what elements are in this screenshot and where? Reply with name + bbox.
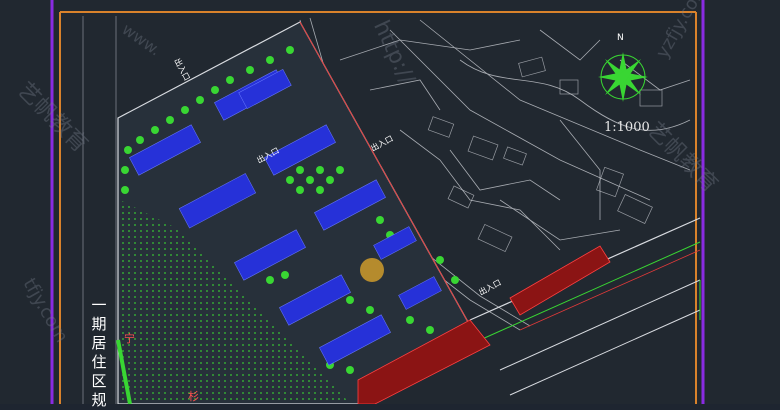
title-char: 一 (91, 296, 107, 314)
title-char: 区 (91, 372, 107, 390)
roundabout-plaza (360, 258, 384, 282)
cad-drawing-canvas: N 1:1000 一 期 居 住 区 规 出入口 出入口 出入口 出入口 宁 杉… (0, 0, 780, 409)
north-arrow-icon (598, 52, 648, 102)
drawing-title-vertical: 一 期 居 住 区 规 (88, 296, 110, 410)
title-char: 住 (91, 353, 107, 371)
scale-label: 1:1000 (604, 120, 650, 135)
title-char: 期 (91, 315, 107, 333)
road-mark: 杉 (188, 390, 199, 403)
north-label: N (617, 33, 624, 43)
title-char: 居 (91, 334, 107, 352)
road-mark: 宁 (124, 332, 135, 345)
title-char: 规 (91, 391, 107, 409)
